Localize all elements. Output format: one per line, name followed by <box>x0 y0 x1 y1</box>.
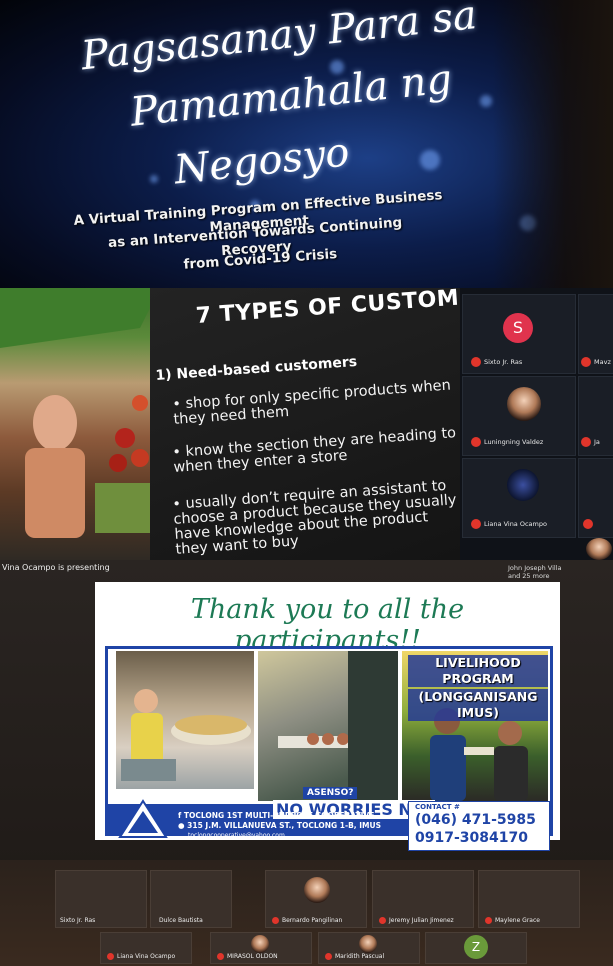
participant-tile[interactable]: Luningning Valdez <box>462 376 576 456</box>
muted-mic-icon <box>217 953 224 960</box>
participant-avatar <box>507 387 541 421</box>
muted-mic-icon <box>581 357 591 367</box>
muted-mic-icon <box>471 519 481 529</box>
participant-tile[interactable]: Liana Vina Ocampo <box>462 458 576 538</box>
asenso-tag: ASENSO? <box>303 787 358 799</box>
title-slide-photo: Pagsasanay Para sa Pamamahala ng Negosyo… <box>0 0 613 288</box>
participant-avatar <box>304 877 330 903</box>
participant-tile[interactable]: Bernardo Pangilinan <box>265 870 367 928</box>
participant-avatar <box>359 935 377 953</box>
cooperative-logo <box>118 799 168 841</box>
grocery-scene-icon <box>0 288 160 538</box>
coop-address: ● 315 J.M. VILLANUEVA ST., TOCLONG 1-B, … <box>178 821 382 830</box>
program-line: LIVELIHOOD PROGRAM <box>408 655 548 687</box>
phone-number: (046) 471-5985 <box>415 812 536 828</box>
participant-name: Maridith Pascual <box>325 953 384 960</box>
participant-name: Maylene Grace <box>485 917 540 924</box>
packing-scene-icon <box>278 651 398 801</box>
customers-slide-photo: 7 TYPES OF CUSTOMERS 1) Need-based custo… <box>0 288 613 560</box>
participant-avatar <box>507 469 539 501</box>
join-notification: John Joseph Villa and 25 more <box>508 564 562 580</box>
grocery-shopper-image <box>0 288 160 560</box>
participant-tile[interactable]: Dulce Bautista <box>150 870 232 928</box>
participant-avatar: S <box>503 313 533 343</box>
participant-name: Dulce Bautista <box>159 917 203 924</box>
participant-tile[interactable] <box>578 458 613 538</box>
muted-mic-icon <box>583 519 593 529</box>
participant-name: MIRASOL OLDON <box>217 953 278 960</box>
phone-number: 0917-3084170 <box>415 830 528 846</box>
muted-mic-icon <box>379 917 386 924</box>
participant-name: Liana Vina Ocampo <box>107 953 175 960</box>
thanks-card: Thank you to all the participants!! LIVE… <box>95 582 560 851</box>
location-pin-icon: ● <box>178 821 188 830</box>
muted-mic-icon <box>581 437 591 447</box>
participant-strip: Sixto Jr. Ras Dulce Bautista Bernardo Pa… <box>0 860 613 966</box>
muted-mic-icon <box>107 953 114 960</box>
coop-info: f TOCLONG 1ST MULTI-PURPOSE COOPERATIVE … <box>178 811 381 841</box>
participant-avatar <box>251 935 269 953</box>
program-label: LIVELIHOOD PROGRAM (LONGGANISANG IMUS) <box>408 655 548 723</box>
participant-name: Jeremy Julian Jimenez <box>379 917 454 924</box>
muted-mic-icon <box>471 357 481 367</box>
participant-name: Sixto Jr. Ras <box>60 917 96 924</box>
participant-tile[interactable]: Maridith Pascual <box>318 932 420 964</box>
participant-name: Luningning Valdez <box>471 437 543 447</box>
participant-tile[interactable]: Ja <box>578 376 613 456</box>
participant-name: Ja <box>581 437 600 447</box>
muted-mic-icon <box>471 437 481 447</box>
slide-title-line-3: Negosyo <box>172 129 352 194</box>
presenting-indicator: Vina Ocampo is presenting <box>2 563 110 572</box>
food-prep-photo <box>116 651 254 789</box>
participant-tile[interactable]: Z <box>425 932 527 964</box>
promo-flyer: LIVELIHOOD PROGRAM (LONGGANISANG IMUS) A… <box>105 646 553 851</box>
participant-name: Mavz <box>581 357 611 367</box>
coop-triangle-icon <box>118 799 168 838</box>
program-line: (LONGGANISANG IMUS) <box>408 689 548 721</box>
participant-name: Sixto Jr. Ras <box>471 357 522 367</box>
participant-avatar: Z <box>464 935 488 959</box>
participant-tile[interactable]: S Sixto Jr. Ras <box>462 294 576 374</box>
muted-mic-icon <box>272 917 279 924</box>
cooking-scene-icon <box>121 689 251 781</box>
coop-email: toclongcooperative@yahoo.com <box>188 832 285 839</box>
muted-mic-icon <box>325 953 332 960</box>
participant-tile[interactable]: Mavz <box>578 294 613 374</box>
participant-tile[interactable]: MIRASOL OLDON <box>210 932 312 964</box>
contact-box: CONTACT # (046) 471-5985 0917-3084170 <box>408 801 550 851</box>
contact-label: CONTACT # <box>415 803 460 811</box>
participant-gallery: S Sixto Jr. Ras Mavz Luningning Valdez J… <box>460 288 613 560</box>
join-count: and 25 more <box>508 572 550 580</box>
participant-tile[interactable]: Jeremy Julian Jimenez <box>372 870 474 928</box>
participant-tile[interactable]: Maylene Grace <box>478 870 580 928</box>
muted-mic-icon <box>485 917 492 924</box>
join-name: John Joseph Villa <box>508 564 562 572</box>
room-background <box>493 0 613 288</box>
participant-tile[interactable]: Sixto Jr. Ras <box>55 870 147 928</box>
participant-name: Bernardo Pangilinan <box>272 917 342 924</box>
thanks-slide-photo: Vina Ocampo is presenting John Joseph Vi… <box>0 560 613 966</box>
coop-name: f TOCLONG 1ST MULTI-PURPOSE COOPERATIVE <box>178 811 375 820</box>
participant-name: Liana Vina Ocampo <box>471 519 547 529</box>
participant-tile[interactable]: Liana Vina Ocampo <box>100 932 192 964</box>
self-view-avatar <box>586 538 612 560</box>
packing-photo <box>258 651 398 801</box>
bokeh-light <box>420 150 440 170</box>
